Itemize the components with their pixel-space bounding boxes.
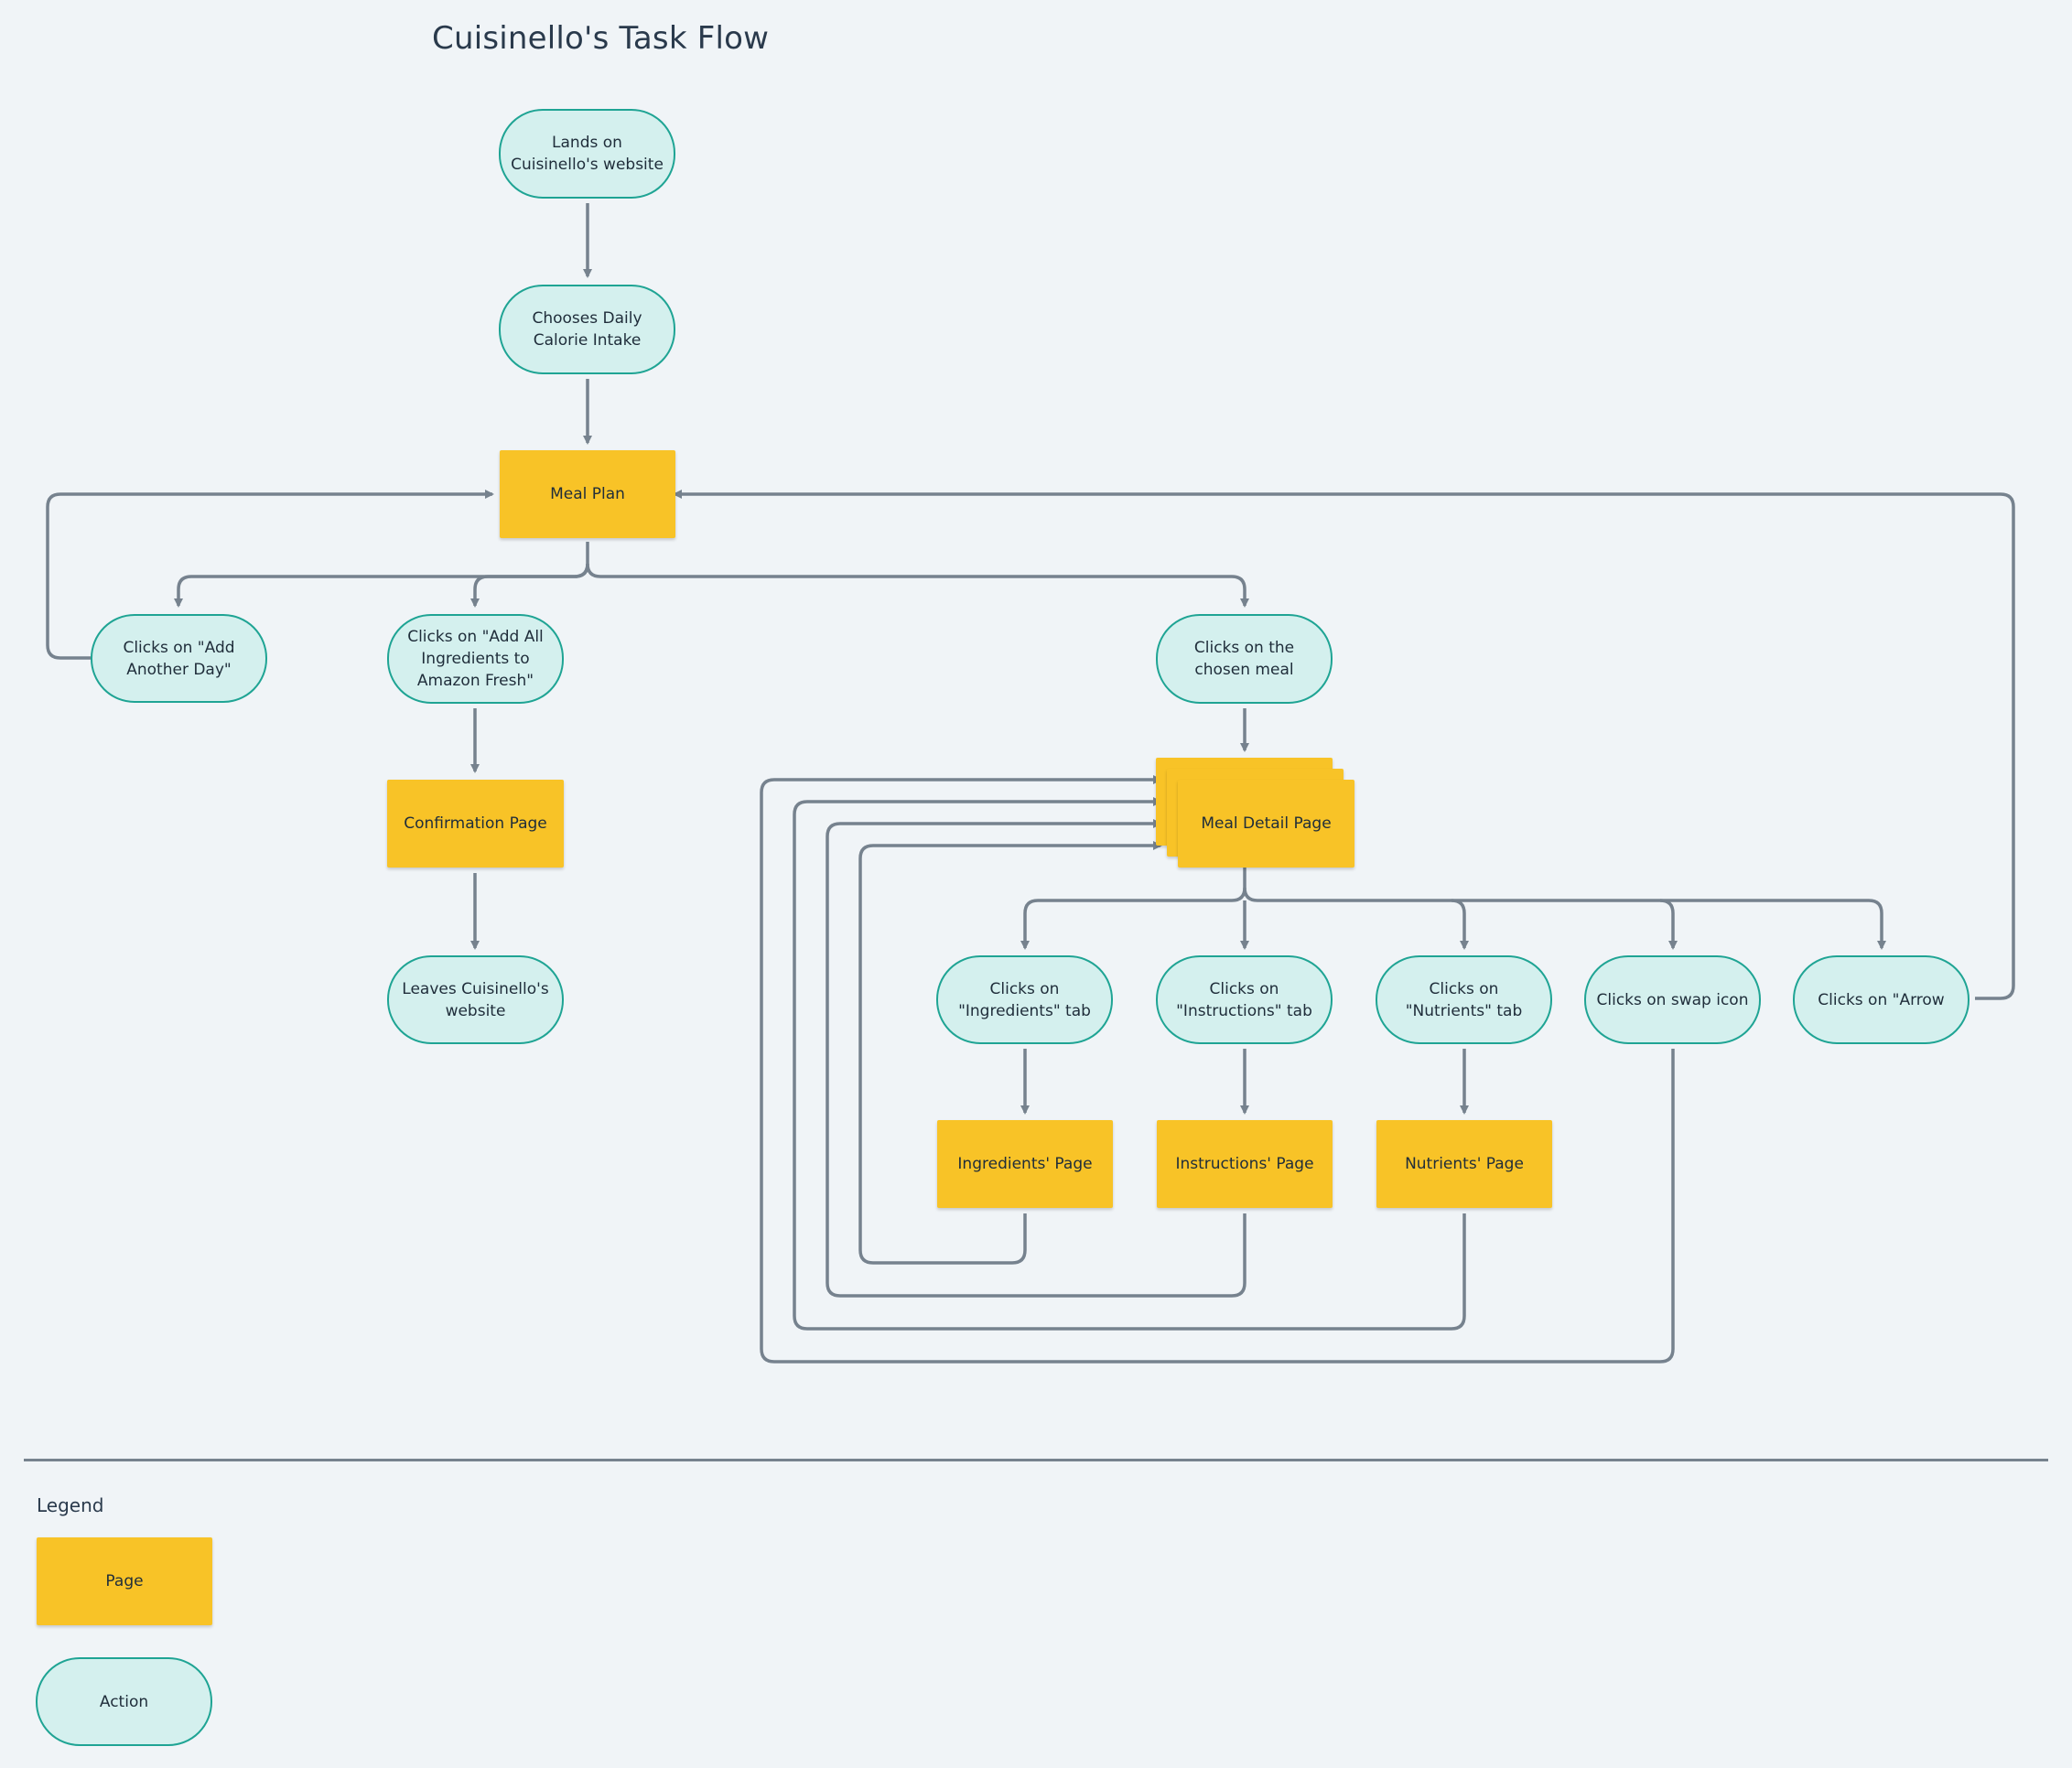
node-instructions-tab: Clicks on "Instructions" tab bbox=[1156, 955, 1333, 1044]
edge-instructions-page-back bbox=[826, 819, 1246, 1298]
node-chooses-calorie-intake: Chooses Daily Calorie Intake bbox=[499, 285, 675, 374]
edge-meal-detail-to-arrow bbox=[1660, 899, 1886, 950]
node-instructions-page: Instructions' Page bbox=[1157, 1120, 1333, 1208]
edge-meal-plan-to-add-day bbox=[174, 542, 589, 608]
node-nutrients-tab: Clicks on "Nutrients" tab bbox=[1376, 955, 1552, 1044]
node-confirmation-page: Confirmation Page bbox=[387, 780, 564, 868]
diagram-title: Cuisinello's Task Flow bbox=[432, 20, 770, 57]
node-arrow: Clicks on "Arrow bbox=[1793, 955, 1969, 1044]
node-meal-detail-page: Meal Detail Page bbox=[1178, 780, 1354, 868]
node-add-another-day: Clicks on "Add Another Day" bbox=[91, 614, 267, 703]
edge-nutrients-page-back bbox=[793, 797, 1466, 1331]
connector-layer bbox=[46, 203, 2015, 1364]
node-ingredients-tab: Clicks on "Ingredients" tab bbox=[936, 955, 1113, 1044]
node-nutrients-page: Nutrients' Page bbox=[1376, 1120, 1552, 1208]
diagram-canvas: Cuisinello's Task Flow Lands on Cuisinel… bbox=[0, 0, 2072, 1768]
legend-action-swatch: Action bbox=[36, 1657, 212, 1746]
node-clicks-chosen-meal: Clicks on the chosen meal bbox=[1156, 614, 1333, 704]
legend-divider bbox=[24, 1459, 2048, 1461]
edge-meal-detail-to-ingredients-tab bbox=[1020, 868, 1246, 950]
node-leaves-website: Leaves Cuisinello's website bbox=[387, 955, 564, 1044]
node-add-ingredients-amazon: Clicks on "Add All Ingredients to Amazon… bbox=[387, 614, 564, 704]
legend-title: Legend bbox=[37, 1494, 104, 1516]
node-meal-plan: Meal Plan bbox=[500, 450, 675, 538]
edge-meal-plan-to-add-ingredients bbox=[470, 563, 589, 608]
edge-meal-plan-to-chosen-meal bbox=[586, 563, 1249, 608]
node-ingredients-page: Ingredients' Page bbox=[937, 1120, 1113, 1208]
node-lands-on-website: Lands on Cuisinello's website bbox=[499, 109, 675, 199]
edge-meal-detail-to-nutrients-tab bbox=[1243, 887, 1469, 950]
edge-meal-detail-to-swap bbox=[1451, 899, 1678, 950]
node-swap-icon: Clicks on swap icon bbox=[1584, 955, 1761, 1044]
edge-arrow-to-meal-plan bbox=[673, 490, 2015, 1000]
legend-page-swatch: Page bbox=[37, 1537, 212, 1625]
